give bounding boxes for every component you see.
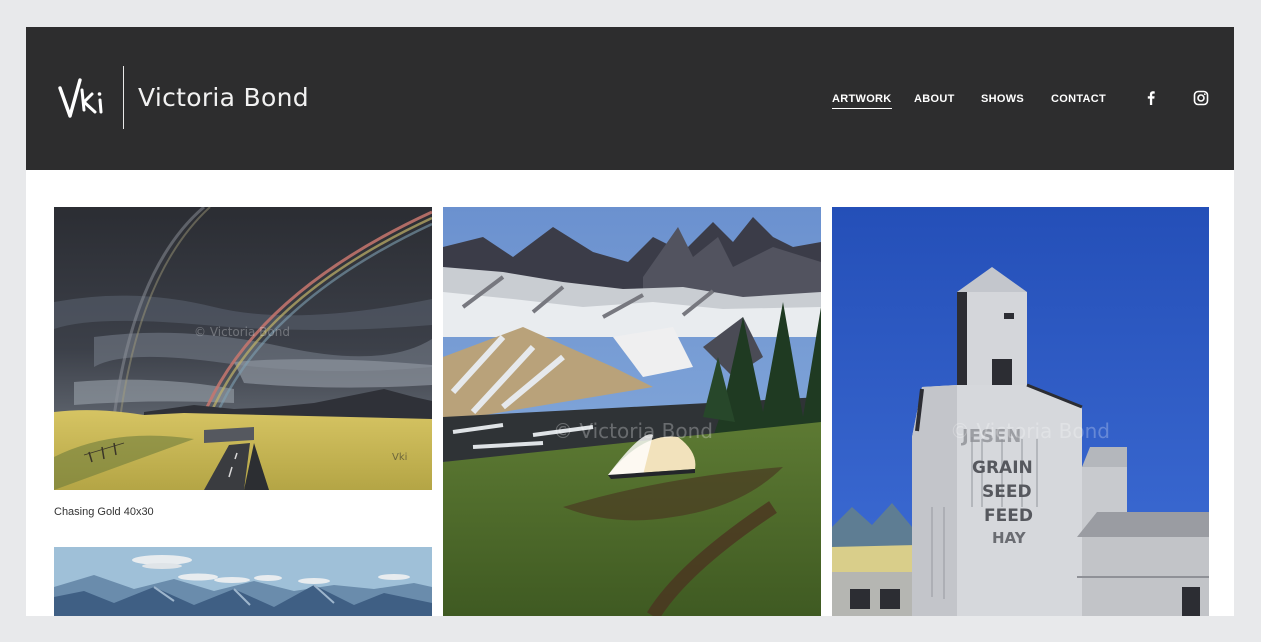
artwork-chasing-gold[interactable]: © Victoria Bond Vki xyxy=(54,207,432,490)
painting-grain-elevator: JESEN GRAIN SEED FEED HAY xyxy=(832,207,1209,616)
sign-line-seed: SEED xyxy=(982,482,1032,502)
nav-artwork[interactable]: ARTWORK xyxy=(832,92,892,109)
site-header: Victoria Bond ARTWORK ABOUT SHOWS CONTAC… xyxy=(26,27,1234,170)
artwork-caption[interactable]: Chasing Gold 40x30 xyxy=(54,506,154,518)
artwork-mountain-tent[interactable]: © Victoria Bond xyxy=(443,207,821,616)
logo-icon[interactable] xyxy=(58,76,106,120)
sign-line-grain: GRAIN xyxy=(972,458,1033,478)
page-frame: Victoria Bond ARTWORK ABOUT SHOWS CONTAC… xyxy=(26,27,1234,616)
painting-storm-rainbow xyxy=(54,207,432,490)
nav-about[interactable]: ABOUT xyxy=(914,92,955,106)
facebook-icon[interactable] xyxy=(1143,90,1159,106)
painting-mountain-clouds xyxy=(54,547,432,616)
nav-shows[interactable]: SHOWS xyxy=(981,92,1024,106)
logo-divider xyxy=(123,66,124,129)
site-title[interactable]: Victoria Bond xyxy=(138,82,309,114)
svg-text:JESEN: JESEN xyxy=(960,426,1021,447)
sign-line-feed: FEED xyxy=(984,506,1033,526)
sign-line-hay: HAY xyxy=(992,529,1027,547)
nav-contact[interactable]: CONTACT xyxy=(1051,92,1106,106)
painting-mountain-tent xyxy=(443,207,821,616)
artwork-mountain-clouds[interactable] xyxy=(54,547,432,616)
artwork-grain-elevator[interactable]: JESEN GRAIN SEED FEED HAY © Victoria Bon… xyxy=(832,207,1209,616)
instagram-icon[interactable] xyxy=(1193,90,1209,106)
